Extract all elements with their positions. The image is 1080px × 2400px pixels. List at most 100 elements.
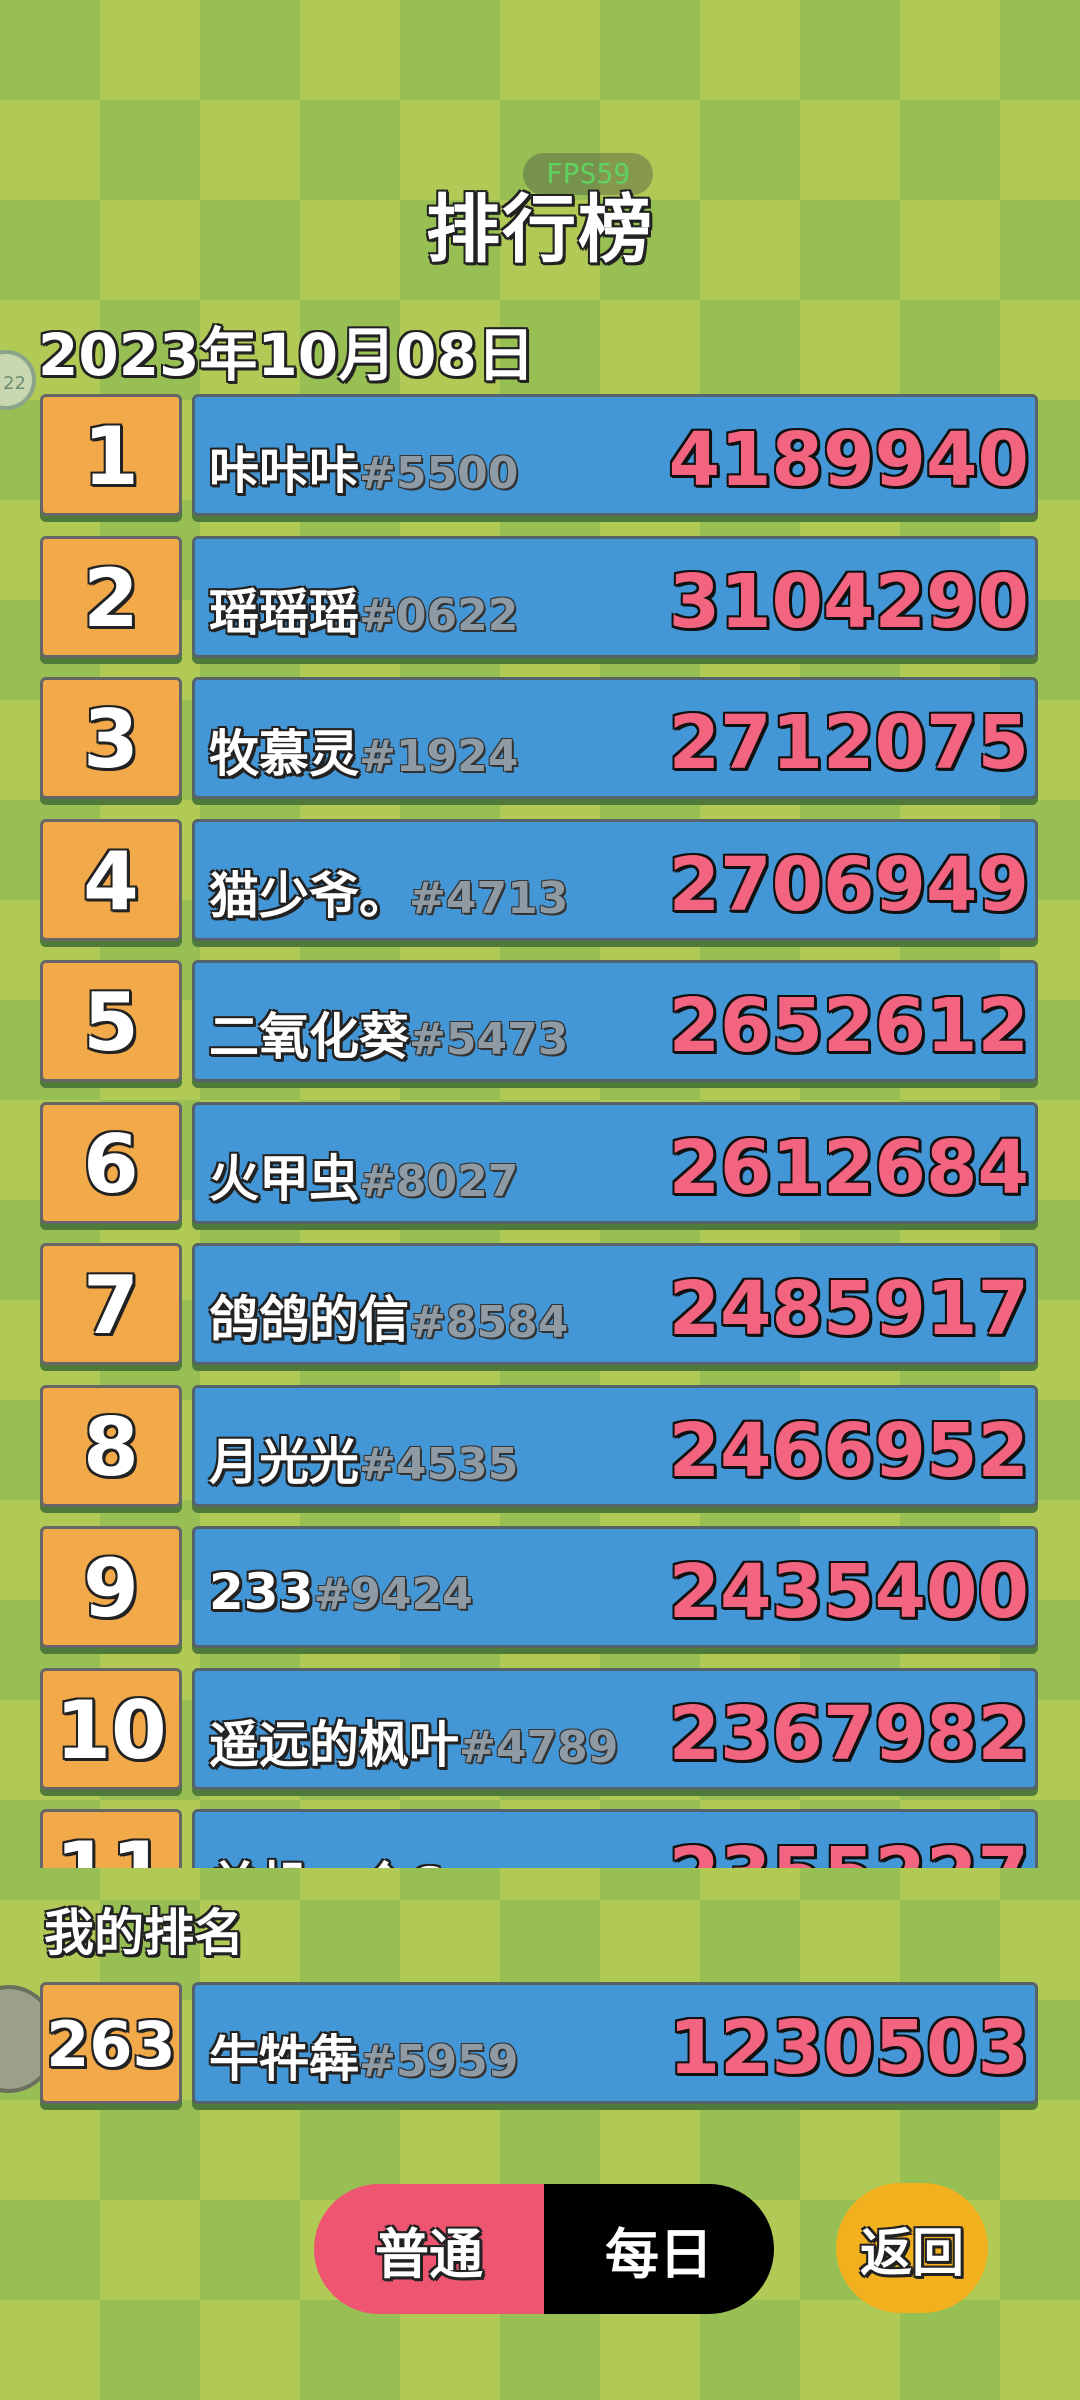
rank-number: 5 — [83, 976, 139, 1069]
rank-box: 5 — [40, 960, 182, 1082]
player-name-group: 猫少爷。#4713 — [209, 856, 568, 928]
rank-number: 7 — [83, 1259, 139, 1352]
leaderboard-row: 10 遥远的枫叶#4789 2367982 — [40, 1664, 1038, 1790]
rank-number: 263 — [46, 2008, 176, 2081]
rank-number: 2 — [83, 551, 139, 645]
rank-box: 6 — [40, 1101, 182, 1224]
rank-box: 7 — [40, 1243, 182, 1365]
player-tag: #9424 — [313, 1569, 473, 1620]
leaderboard-row: 1 咔咔咔#5500 4189940 — [40, 390, 1038, 516]
leaderboard-row: 4 猫少爷。#4713 2706949 — [40, 815, 1038, 941]
player-tag: #1924 — [359, 731, 519, 782]
leaderboard-row: 3 牧慕灵#1924 2712075 — [40, 673, 1038, 799]
player-name: 遥远的枫叶 — [209, 1715, 459, 1774]
rank-box: 3 — [40, 677, 182, 799]
leaderboard-row: 6 火甲虫#8027 2612684 — [40, 1098, 1038, 1224]
player-name-group: 遥远的枫叶#4789 — [209, 1705, 618, 1777]
rank-number: 3 — [83, 693, 139, 786]
player-tag: #4789 — [459, 1721, 619, 1773]
player-name: 233 — [209, 1563, 314, 1621]
player-tag: #4713 — [409, 872, 569, 924]
player-tag: #6918 — [444, 1863, 603, 1868]
player-tag: #5959 — [359, 2036, 519, 2087]
rank-box: 11 — [40, 1809, 182, 1868]
back-button[interactable]: 返回 — [836, 2183, 988, 2313]
rank-number: 11 — [43, 1824, 179, 1868]
player-score: 2706949 — [668, 841, 1029, 928]
player-bar: 牧慕灵#1924 2712075 — [192, 677, 1038, 799]
player-name: 牛牪犇 — [209, 2030, 359, 2088]
player-name-group: 牧慕灵#1924 — [209, 714, 518, 786]
player-name: 火甲虫 — [209, 1149, 359, 1208]
player-bar: 鸽鸽的信#8584 2485917 — [192, 1243, 1038, 1365]
leaderboard-list[interactable]: 1 咔咔咔#5500 4189940 2 瑶瑶瑶#0622 3104290 3 牧慕灵#192… — [0, 390, 1080, 1868]
player-score: 2612684 — [668, 1124, 1029, 1211]
player-score: 2712075 — [668, 700, 1029, 786]
player-bar: 单机一个6#6918 2355227 — [192, 1809, 1038, 1868]
player-tag: #8584 — [409, 1297, 569, 1348]
rank-box: 8 — [40, 1384, 182, 1507]
player-tag: #0622 — [359, 589, 519, 641]
rank-box: 263 — [40, 1982, 182, 2104]
player-score: 2466952 — [668, 1407, 1029, 1494]
mode-toggle: 普通 每日 — [314, 2184, 774, 2314]
player-score: 1230503 — [668, 2005, 1029, 2091]
player-score: 2435400 — [668, 1549, 1029, 1635]
rank-box: 2 — [40, 535, 182, 658]
player-bar: 瑶瑶瑶#0622 3104290 — [192, 535, 1038, 658]
player-tag: #5473 — [409, 1014, 569, 1065]
player-bar: 月光光#4535 2466952 — [192, 1384, 1038, 1507]
player-score: 2652612 — [668, 983, 1029, 1069]
player-name-group: 单机一个6#6918 — [209, 1846, 603, 1868]
rank-box: 10 — [40, 1667, 182, 1790]
player-name: 牧慕灵 — [209, 725, 359, 783]
rank-number: 8 — [83, 1400, 139, 1494]
player-bar: 猫少爷。#4713 2706949 — [192, 818, 1038, 941]
player-score: 3104290 — [668, 558, 1029, 645]
player-name: 瑶瑶瑶 — [209, 583, 359, 642]
player-name: 猫少爷。 — [209, 866, 409, 925]
player-name: 单机一个6 — [209, 1857, 444, 1868]
player-name: 鸽鸽的信 — [209, 1291, 409, 1349]
rank-number: 9 — [83, 1542, 139, 1635]
player-bar: 火甲虫#8027 2612684 — [192, 1101, 1038, 1224]
player-bar: 遥远的枫叶#4789 2367982 — [192, 1667, 1038, 1790]
player-tag: #4535 — [359, 1438, 519, 1490]
my-rank-row: 263 牛牪犇#5959 1230503 — [40, 1978, 1038, 2104]
player-name-group: 月光光#4535 — [209, 1422, 518, 1494]
page-title: 排行榜 — [426, 187, 654, 273]
leaderboard-row: 11 单机一个6#6918 2355227 — [40, 1805, 1038, 1868]
leaderboard-row: 2 瑶瑶瑶#0622 3104290 — [40, 532, 1038, 658]
player-bar: 二氧化葵#5473 2652612 — [192, 960, 1038, 1082]
leaderboard-date: 2023年10月08日 — [38, 321, 535, 389]
player-name-group: 鸽鸽的信#8584 — [209, 1280, 568, 1352]
rank-number: 6 — [83, 1117, 139, 1211]
normal-tab[interactable]: 普通 — [314, 2184, 544, 2314]
player-name-group: 二氧化葵#5473 — [209, 997, 568, 1069]
player-score: 2355227 — [669, 1832, 1029, 1868]
leaderboard-row: 5 二氧化葵#5473 2652612 — [40, 956, 1038, 1082]
player-tag: #5500 — [359, 448, 519, 499]
player-bar: 牛牪犇#5959 1230503 — [192, 1982, 1038, 2104]
player-name: 二氧化葵 — [209, 1008, 409, 1066]
daily-tab[interactable]: 每日 — [544, 2184, 774, 2314]
leaderboard-row: 8 月光光#4535 2466952 — [40, 1381, 1038, 1507]
leaderboard-row: 9 233#9424 2435400 — [40, 1522, 1038, 1648]
player-name-group: 牛牪犇#5959 — [209, 2019, 518, 2091]
player-name-group: 火甲虫#8027 — [209, 1139, 518, 1211]
player-bar: 咔咔咔#5500 4189940 — [192, 394, 1038, 516]
player-name-group: 233#9424 — [209, 1563, 473, 1621]
my-rank-label: 我的排名 — [44, 1904, 244, 1962]
rank-number: 10 — [55, 1683, 167, 1777]
leaderboard-row: 7 鸽鸽的信#8584 2485917 — [40, 1239, 1038, 1365]
player-name-group: 咔咔咔#5500 — [209, 431, 518, 503]
player-score: 2485917 — [668, 1266, 1029, 1352]
player-score: 4189940 — [668, 417, 1029, 503]
player-tag: #8027 — [359, 1155, 519, 1207]
rank-box: 1 — [40, 394, 182, 516]
player-score: 2367982 — [668, 1690, 1029, 1777]
rank-box: 4 — [40, 818, 182, 941]
player-name: 咔咔咔 — [209, 442, 359, 500]
player-bar: 233#9424 2435400 — [192, 1526, 1038, 1648]
rank-number: 1 — [83, 410, 139, 503]
